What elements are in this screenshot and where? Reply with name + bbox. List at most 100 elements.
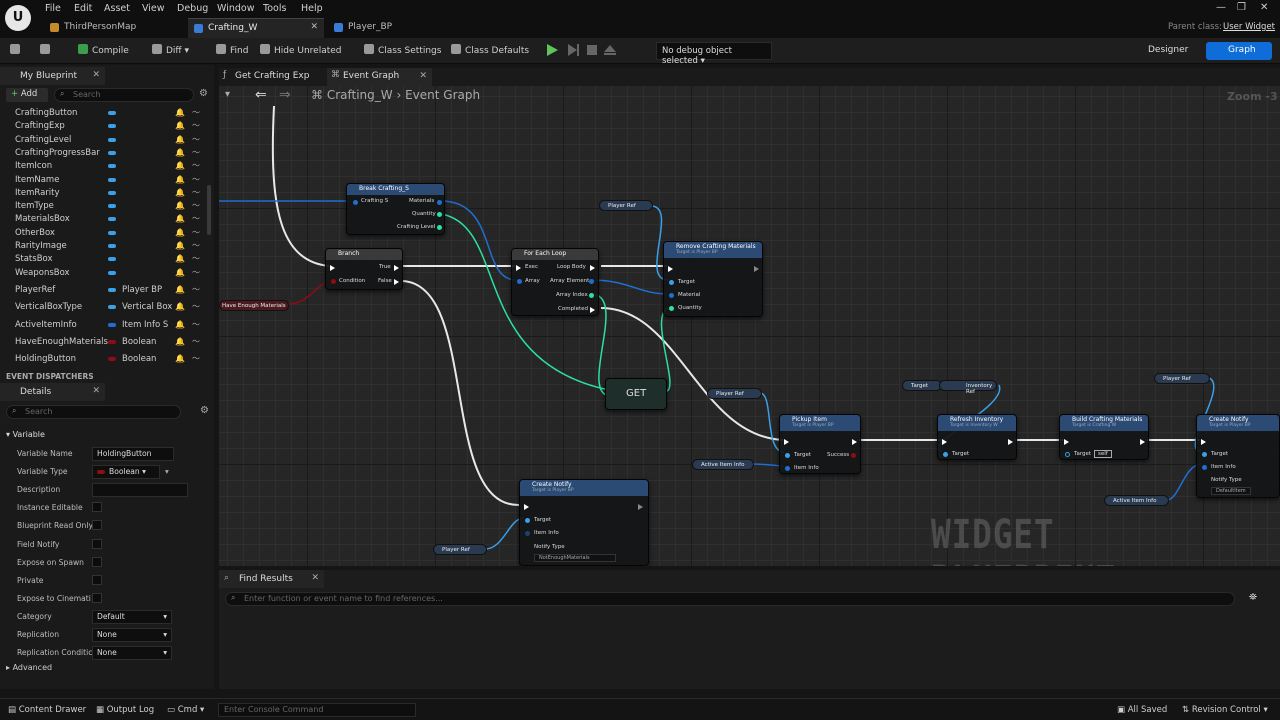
tab-player-bp[interactable]: Player_BP bbox=[328, 18, 458, 38]
wire[interactable] bbox=[402, 280, 520, 507]
checkbox[interactable] bbox=[92, 556, 102, 567]
widget-var-row[interactable]: CraftingExp 🔔 〜 bbox=[15, 121, 205, 133]
menu-window[interactable]: Window bbox=[217, 3, 254, 14]
eye-icon[interactable]: 🔔 bbox=[175, 268, 185, 277]
tab-thirdpersonmap[interactable]: ThirdPersonMap bbox=[44, 18, 186, 38]
menu-asset[interactable]: Asset bbox=[104, 3, 130, 14]
eye-icon[interactable]: 🔔 bbox=[175, 161, 185, 170]
eye-icon[interactable]: 🔔 bbox=[175, 135, 185, 144]
parent-class-link[interactable]: User Widget bbox=[1223, 22, 1275, 32]
inventory-ref-getter[interactable]: Inventory Ref bbox=[939, 380, 997, 395]
player-ref-getter-2[interactable]: Player Ref bbox=[707, 388, 762, 399]
expose-icon[interactable]: 〜 bbox=[192, 284, 200, 295]
wire[interactable] bbox=[590, 279, 669, 295]
eye-icon[interactable]: 🔔 bbox=[175, 241, 185, 250]
close-tab-icon[interactable]: ✕ bbox=[310, 22, 318, 32]
debug-object-select[interactable]: No debug object selected ▾ bbox=[656, 42, 772, 66]
diff-button[interactable]: Diff ▾ bbox=[152, 44, 189, 56]
eye-icon[interactable]: 🔔 bbox=[175, 302, 185, 311]
compile-button[interactable]: Compile bbox=[78, 44, 129, 56]
pin-dot[interactable] bbox=[785, 466, 790, 471]
expose-icon[interactable]: 〜 bbox=[192, 240, 200, 251]
eject-icon[interactable] bbox=[603, 43, 617, 57]
exec-pin[interactable] bbox=[516, 265, 521, 271]
eye-icon[interactable]: 🔔 bbox=[175, 337, 185, 346]
my-blueprint-search[interactable]: ⌕ Search bbox=[54, 88, 194, 102]
target-getter[interactable]: Target bbox=[902, 380, 942, 391]
pin-dot[interactable] bbox=[437, 212, 442, 217]
pin-dot[interactable] bbox=[517, 279, 522, 284]
player-ref-getter-4[interactable]: Player Ref bbox=[433, 544, 487, 555]
details-search[interactable]: ⌕ Search bbox=[6, 405, 181, 419]
details-select[interactable]: None ▾ bbox=[92, 628, 172, 642]
widget-var-row[interactable]: ItemIcon 🔔 〜 bbox=[15, 161, 205, 173]
menu-debug[interactable]: Debug bbox=[177, 3, 208, 14]
find-button[interactable]: Find bbox=[216, 44, 248, 56]
checkbox[interactable] bbox=[92, 592, 102, 603]
stop-icon[interactable] bbox=[585, 43, 599, 57]
pin-dot[interactable] bbox=[589, 293, 594, 298]
eye-icon[interactable]: 🔔 bbox=[175, 188, 185, 197]
widget-var-row[interactable]: CraftingButton 🔔 〜 bbox=[15, 108, 205, 120]
break-crafting-node[interactable]: Break Crafting_S Crafting S Materials Qu… bbox=[346, 183, 445, 235]
details-select[interactable]: Default ▾ bbox=[92, 609, 172, 624]
branch-node[interactable]: Branch Condition True False bbox=[325, 248, 403, 290]
widget-var-row[interactable]: StatsBox 🔔 〜 bbox=[15, 254, 205, 266]
details-text-input[interactable] bbox=[92, 483, 188, 498]
wire[interactable] bbox=[440, 200, 518, 281]
widget-var-row[interactable]: ItemRarity 🔔 〜 bbox=[15, 188, 205, 200]
widget-var-row[interactable]: OtherBox 🔔 〜 bbox=[15, 228, 205, 240]
expose-icon[interactable]: 〜 bbox=[192, 134, 200, 145]
pin-dot[interactable] bbox=[437, 200, 442, 205]
expose-icon[interactable]: 〜 bbox=[192, 267, 200, 278]
create-notify-node-2[interactable]: Create Notify Target is Player BP Target … bbox=[519, 479, 649, 566]
pin-dot[interactable] bbox=[1202, 465, 1207, 470]
exec-pin[interactable] bbox=[1064, 439, 1069, 445]
cmd-select[interactable]: ▭ Cmd ▾ bbox=[167, 705, 204, 715]
forward-arrow-icon[interactable]: ⇒ bbox=[279, 87, 291, 103]
play-icon[interactable] bbox=[545, 43, 559, 57]
content-drawer-button[interactable]: ▤ Content Drawer bbox=[8, 705, 86, 715]
exec-pin[interactable] bbox=[638, 504, 643, 510]
event-dispatchers-header[interactable]: EVENT DISPATCHERS bbox=[6, 372, 94, 381]
settings-gear-icon[interactable]: ⚙ bbox=[199, 88, 208, 99]
expose-icon[interactable]: 〜 bbox=[192, 336, 200, 347]
close-window-icon[interactable]: ✕ bbox=[1260, 2, 1268, 13]
details-text-input[interactable]: HoldingButton bbox=[92, 447, 174, 461]
exec-pin[interactable] bbox=[852, 439, 857, 445]
exec-pin[interactable] bbox=[590, 307, 595, 313]
exec-pin[interactable] bbox=[394, 279, 399, 285]
menu-file[interactable]: File bbox=[45, 3, 61, 14]
variable-row[interactable]: ActiveItemInfo Item Info S 🔔 〜 bbox=[15, 320, 205, 332]
have-enough-materials-getter[interactable]: Have Enough Materials bbox=[219, 300, 289, 311]
expose-icon[interactable]: 〜 bbox=[192, 301, 200, 312]
expose-icon[interactable]: 〜 bbox=[192, 353, 200, 364]
pickup-item-node[interactable]: Pickup Item Target is Player BP Target Su… bbox=[779, 414, 861, 474]
tab-event-graph[interactable]: ⌘ Event Graph ✕ bbox=[327, 68, 432, 86]
exec-pin[interactable] bbox=[330, 265, 335, 271]
array-get-node[interactable]: GET bbox=[605, 378, 667, 410]
close-icon[interactable]: ✕ bbox=[92, 70, 100, 80]
build-crafting-materials-node[interactable]: Build Crafting Materials Target is Crafti… bbox=[1059, 414, 1149, 460]
menu-edit[interactable]: Edit bbox=[74, 3, 92, 14]
tab-crafting-w[interactable]: Crafting_W ✕ bbox=[188, 18, 324, 38]
player-ref-getter-3[interactable]: Player Ref bbox=[1154, 373, 1210, 384]
step-icon[interactable] bbox=[566, 43, 580, 57]
class-defaults-button[interactable]: Class Defaults bbox=[451, 44, 529, 56]
variable-row[interactable]: PlayerRef Player BP 🔔 〜 bbox=[15, 285, 205, 297]
menu-view[interactable]: View bbox=[142, 3, 165, 14]
expose-icon[interactable]: 〜 bbox=[192, 227, 200, 238]
active-item-info-getter[interactable]: Active Item Info bbox=[692, 459, 754, 470]
expose-icon[interactable]: 〜 bbox=[192, 147, 200, 158]
checkbox[interactable] bbox=[92, 502, 102, 513]
browse-icon[interactable] bbox=[40, 44, 54, 56]
eye-icon[interactable]: 🔔 bbox=[175, 320, 185, 329]
widget-var-row[interactable]: CraftingProgressBar 🔔 〜 bbox=[15, 148, 205, 160]
remove-crafting-materials-node[interactable]: Remove Crafting Materials Target is Playe… bbox=[663, 241, 763, 317]
pin-dot[interactable] bbox=[353, 200, 358, 205]
pin-dot[interactable] bbox=[437, 225, 442, 230]
pin-dot[interactable] bbox=[525, 531, 530, 536]
save-icon[interactable] bbox=[10, 44, 24, 56]
exec-pin[interactable] bbox=[1201, 439, 1206, 445]
wire[interactable] bbox=[600, 307, 784, 441]
